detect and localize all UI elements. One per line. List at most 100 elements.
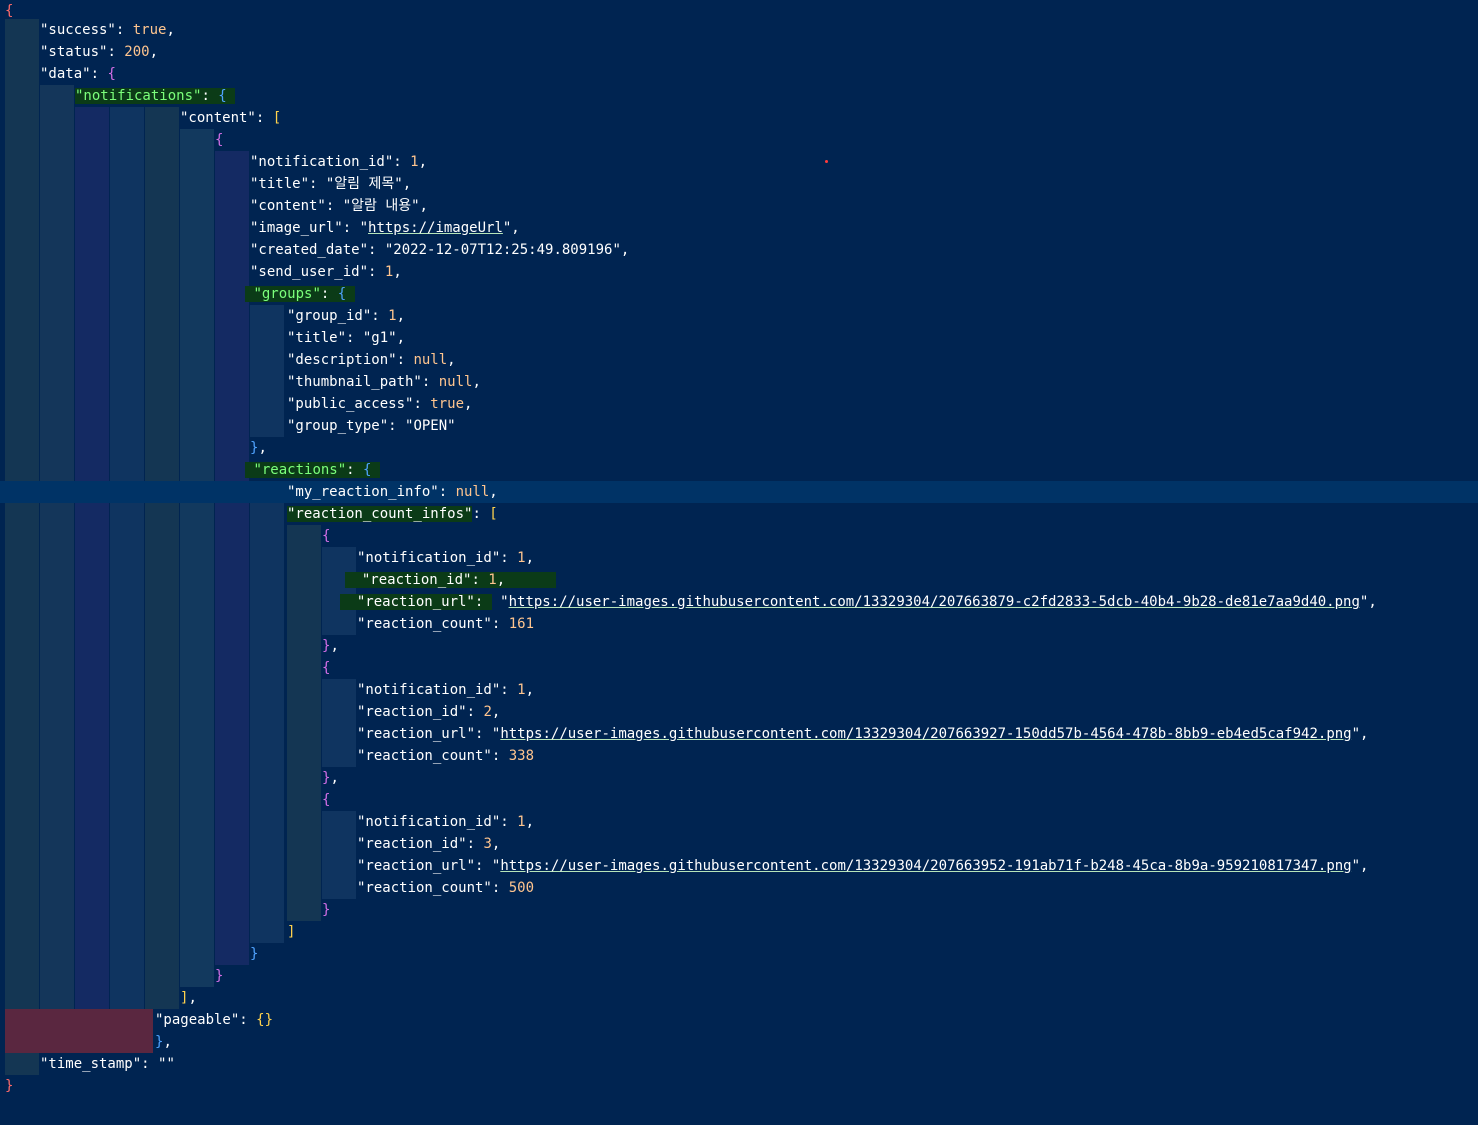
code-line[interactable]: "notifications": { <box>75 85 1478 107</box>
code-line[interactable]: "description": null, <box>287 349 1478 371</box>
code-line[interactable]: "reaction_count": 338 <box>357 745 1478 767</box>
code-line[interactable]: }, <box>322 635 1478 657</box>
code-line[interactable]: "reaction_count": 161 <box>357 613 1478 635</box>
indent-guide <box>250 305 284 437</box>
indent-guide <box>215 151 249 965</box>
url-link[interactable]: https://user-images.githubusercontent.co… <box>500 858 1351 874</box>
code-line[interactable]: { <box>322 657 1478 679</box>
code-line[interactable]: "thumbnail_path": null, <box>287 371 1478 393</box>
code-line[interactable]: "group_type": "OPEN" <box>287 415 1478 437</box>
code-line[interactable]: { <box>322 789 1478 811</box>
json-key: "reactions" <box>253 462 347 478</box>
indent-guide <box>180 129 214 987</box>
brace: { <box>215 132 224 148</box>
json-value: 500 <box>508 880 535 896</box>
json-value: 1 <box>384 264 394 280</box>
code-line[interactable]: "reaction_id": 3, <box>357 833 1478 855</box>
brace: } <box>322 638 331 654</box>
code-line[interactable]: "time_stamp": "" <box>40 1053 1478 1075</box>
json-value: 2 <box>483 704 492 720</box>
code-line[interactable]: "reaction_url": "https://user-images.git… <box>357 855 1478 877</box>
code-line[interactable]: "image_url": "https://imageUrl", <box>250 217 1478 239</box>
json-value: "" <box>158 1056 175 1072</box>
code-line[interactable]: "notification_id": 1, <box>357 679 1478 701</box>
code-line[interactable]: }, <box>250 437 1478 459</box>
code-line[interactable]: "reaction_count_infos": [ <box>287 503 1478 525</box>
json-key: "notifications" <box>75 88 202 104</box>
code-line[interactable]: "status": 200, <box>40 41 1478 63</box>
json-key: "created_date" <box>250 242 369 258</box>
brace: } <box>322 770 331 786</box>
code-line[interactable]: "data": { <box>40 63 1478 85</box>
code-line[interactable]: "notification_id": 1, <box>250 151 1478 173</box>
code-line[interactable]: "notification_id": 1, <box>357 811 1478 833</box>
json-key: "reaction_count" <box>357 880 492 896</box>
url-link[interactable]: https://imageUrl <box>368 220 503 236</box>
json-key: "content" <box>250 198 326 214</box>
code-line[interactable]: { <box>215 129 1478 151</box>
bracket: ] <box>180 990 189 1006</box>
error-band <box>5 1009 153 1053</box>
json-key: "thumbnail_path" <box>287 374 422 390</box>
brace: } <box>215 968 224 984</box>
json-value: "g1" <box>362 330 397 346</box>
code-line[interactable]: "groups": { <box>245 283 1478 305</box>
code-line[interactable]: }, <box>322 767 1478 789</box>
code-line[interactable]: "reaction_url": "https://user-images.git… <box>340 591 1478 613</box>
json-key: "time_stamp" <box>40 1056 142 1072</box>
json-key: "success" <box>40 22 116 38</box>
code-line[interactable]: "public_access": true, <box>287 393 1478 415</box>
code-line[interactable]: } <box>322 899 1478 921</box>
brace: { <box>322 660 331 676</box>
code-line[interactable]: ], <box>180 987 1478 1009</box>
code-line[interactable]: "send_user_id": 1, <box>250 261 1478 283</box>
json-value: "2022-12-07T12:25:49.809196" <box>384 242 621 258</box>
code-line[interactable]: "group_id": 1, <box>287 305 1478 327</box>
indent-guide <box>110 107 144 1009</box>
code-editor[interactable]: { "success": true, "status": 200, "data"… <box>0 0 1478 1125</box>
indent-guide <box>145 107 179 1009</box>
code-line[interactable]: ] <box>287 921 1478 943</box>
url-link[interactable]: https://user-images.githubusercontent.co… <box>509 594 1360 610</box>
json-value: 1 <box>410 154 419 170</box>
json-key: "send_user_id" <box>250 264 369 280</box>
indent-guide <box>322 811 356 899</box>
code-line[interactable]: "reaction_count": 500 <box>357 877 1478 899</box>
json-key: "reaction_url" <box>356 594 475 610</box>
code-line[interactable]: { <box>322 525 1478 547</box>
code-line[interactable]: }, <box>155 1031 1478 1053</box>
cursor-dot <box>825 160 828 163</box>
json-key: "notification_id" <box>357 814 501 830</box>
brace: { <box>322 792 331 808</box>
code-line[interactable]: "title": "알림 제목", <box>250 173 1478 195</box>
json-key: "reaction_id" <box>361 572 472 588</box>
bracket: ] <box>287 924 296 940</box>
brace: } <box>5 1078 14 1094</box>
code-line[interactable]: "reactions": { <box>245 459 1478 481</box>
current-line[interactable]: "my_reaction_info": null, <box>0 481 1478 503</box>
code-line[interactable]: } <box>5 1075 1478 1097</box>
code-line[interactable]: "content": [ <box>180 107 1478 129</box>
json-value: 1 <box>488 572 497 588</box>
json-key: "title" <box>250 176 310 192</box>
indent-guide <box>322 679 356 767</box>
code-line[interactable]: } <box>215 965 1478 987</box>
brace: { <box>363 462 372 478</box>
json-value: "알람 내용" <box>342 198 420 214</box>
brace: } <box>250 946 259 962</box>
code-line[interactable]: "success": true, <box>40 19 1478 41</box>
code-line[interactable]: "pageable": {} <box>155 1009 1478 1031</box>
url-link[interactable]: https://user-images.githubusercontent.co… <box>500 726 1351 742</box>
code-line[interactable]: } <box>250 943 1478 965</box>
code-line[interactable]: "reaction_id": 2, <box>357 701 1478 723</box>
code-line[interactable]: "notification_id": 1, <box>357 547 1478 569</box>
code-line[interactable]: "reaction_url": "https://user-images.git… <box>357 723 1478 745</box>
code-line[interactable]: "created_date": "2022-12-07T12:25:49.809… <box>250 239 1478 261</box>
code-line[interactable]: "content": "알람 내용", <box>250 195 1478 217</box>
brace: { <box>107 66 116 82</box>
indent-guide <box>40 85 74 1009</box>
code-line[interactable]: "reaction_id": 1, <box>345 569 1478 591</box>
json-value: null <box>438 374 473 390</box>
brace: { <box>5 3 14 19</box>
code-line[interactable]: "title": "g1", <box>287 327 1478 349</box>
